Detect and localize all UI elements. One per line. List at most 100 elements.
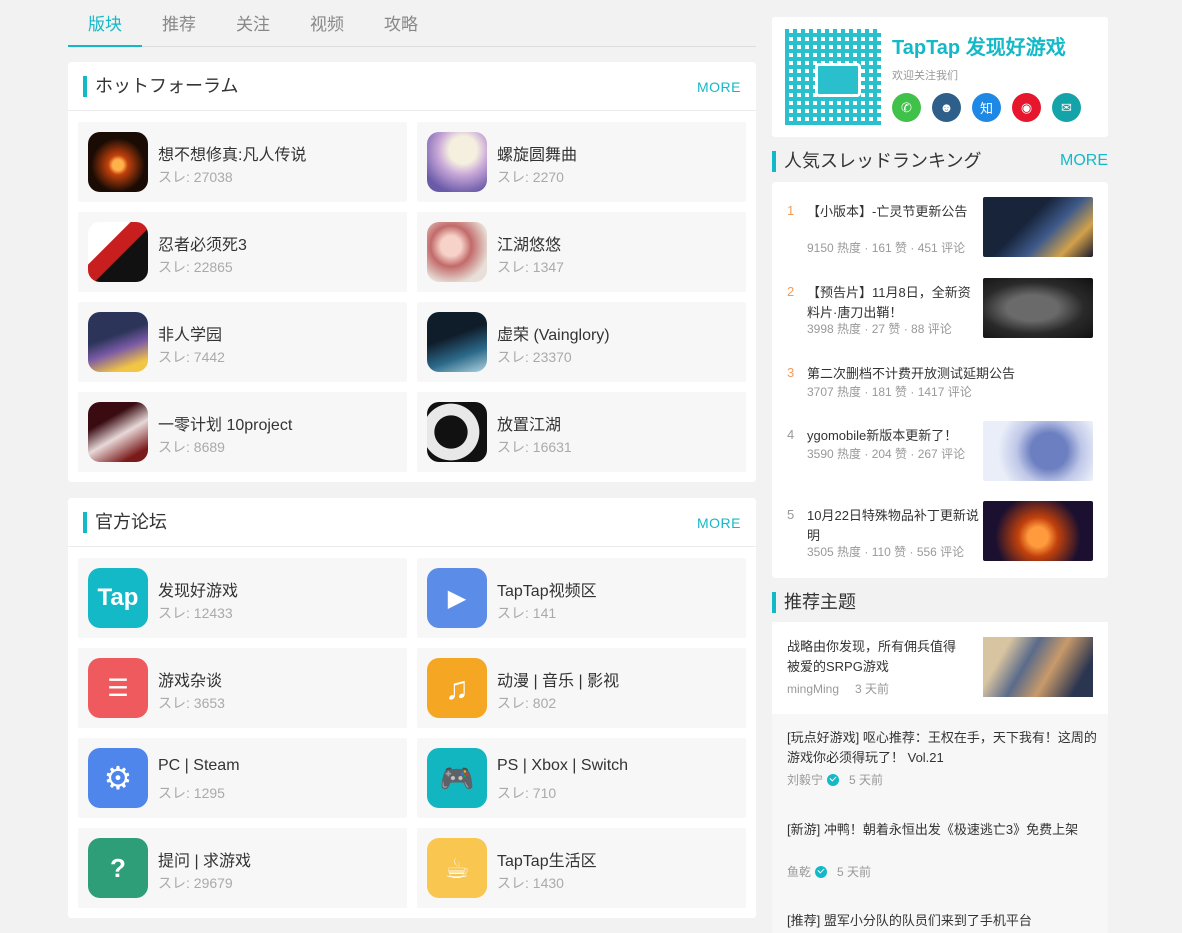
ranking-item[interactable]: 5 10月22日特殊物品补丁更新说明 3505 热度 · 110 赞 · 556…	[772, 501, 1108, 561]
weibo-icon[interactable]: ◉	[1012, 93, 1041, 122]
thread-count: スレ: 1295	[158, 785, 225, 801]
topic-thumbnail	[983, 637, 1093, 697]
rank-meta: 3505 热度 · 110 赞 · 556 评论	[807, 545, 965, 559]
thread-count: スレ: 16631	[497, 439, 572, 455]
post-time: 3 天前	[855, 682, 890, 696]
verified-icon	[827, 773, 840, 786]
author-name: 鱼乾	[787, 865, 812, 879]
rank-number: 4	[787, 427, 795, 442]
forum-card[interactable]: 螺旋圆舞曲 スレ: 2270	[417, 122, 746, 202]
forum-name: 虚荣 (Vainglory)	[497, 327, 610, 344]
recommend-list: 战略由你发现，所有佣兵值得被爱的SRPG游戏 mingMing 3 天前 [玩点…	[772, 622, 1108, 933]
forum-card[interactable]: ☰ 游戏杂谈スレ: 3653	[78, 648, 407, 728]
tab-video[interactable]: 视频	[290, 0, 364, 47]
forum-card[interactable]: ☕ TapTap生活区 スレ: 1430	[417, 828, 746, 908]
qq-icon[interactable]: ☻	[932, 93, 961, 122]
follow-text: 欢迎关注我们	[892, 70, 958, 82]
thread-thumbnail	[983, 278, 1093, 338]
tab-recommend[interactable]: 推荐	[142, 0, 216, 47]
forum-card[interactable]: 江湖悠悠 スレ: 1347	[417, 212, 746, 292]
ranking-more-link[interactable]: MORE	[1060, 152, 1108, 170]
recommend-more-items: [玩点好游戏] 呕心推荐：王权在手，天下我有！这周的游戏你必须得玩了！ Vol.…	[772, 714, 1108, 933]
forum-name: 提问 | 求游戏	[158, 853, 252, 870]
author-name: 刘毅宁	[787, 773, 824, 787]
music-note-icon: ♫	[427, 658, 487, 718]
taptap-icon: Tap	[88, 568, 148, 628]
topic-meta: 刘毅宁 5 天前	[787, 771, 883, 788]
forum-card[interactable]: 想不想修真:凡人传说 スレ: 27038	[78, 122, 407, 202]
hot-forum-panel: ホットフォーラム MORE 想不想修真:凡人传说 スレ: 27038 螺旋圆舞曲ス…	[68, 62, 756, 482]
forum-name: 一零计划 10project	[158, 417, 293, 434]
rank-title: ygomobile新版本更新了！	[807, 428, 958, 443]
post-time: 5 天前	[849, 773, 884, 787]
tab-forums[interactable]: 版块	[68, 0, 142, 47]
forum-card[interactable]: 忍者必须死3 スレ: 22865	[78, 212, 407, 292]
thread-count: スレ: 802	[497, 695, 557, 711]
topic-title[interactable]: [推荐] 盟军小分队的队员们来到了手机平台	[787, 911, 1097, 931]
forum-card[interactable]: ⚙ PC | Steam スレ: 1295	[78, 738, 407, 818]
forum-card[interactable]: ▶ TapTap视频区 スレ: 141	[417, 558, 746, 638]
game-icon	[427, 222, 487, 282]
rank-meta: 9150 热度 · 161 赞 · 451 评论	[807, 241, 966, 255]
rank-title: 【预告片】11月8日，全新资料片·唐刀出鞘！	[807, 285, 971, 320]
forum-name: 游戏杂谈	[158, 673, 223, 690]
thread-thumbnail	[983, 421, 1093, 481]
forum-name: PC | Steam	[158, 757, 240, 774]
forum-name: 想不想修真:凡人传说	[158, 147, 307, 164]
forum-name: 非人学园	[158, 327, 223, 344]
topic-title[interactable]: [新游] 冲鸭！朝着永恒出发《极速逃亡3》免费上架	[787, 820, 1097, 840]
forum-grid: Tap 发现好游戏スレ: 12433 ▶ TapTap视频区 スレ: 141 ☰ 游戏杂…	[78, 558, 746, 908]
thread-count: スレ: 3653	[158, 695, 225, 711]
brand-name: TapTap 发现好游戏	[892, 37, 1066, 59]
rank-title: 第二次删档不计费开放测试延期公告	[807, 366, 1016, 381]
rank-number: 3	[787, 365, 795, 380]
rank-meta: 3590 热度 · 204 赞 · 267 评论	[807, 447, 966, 461]
forum-card[interactable]: 一零计划 10project スレ: 8689	[78, 392, 407, 472]
tab-following[interactable]: 关注	[216, 0, 290, 47]
brand-box: TapTap 发现好游戏 欢迎关注我们 ✆ ☻ 知 ◉ ✉	[772, 17, 1108, 137]
mail-icon[interactable]: ✉	[1052, 93, 1081, 122]
topic-title[interactable]: [玩点好游戏] 呕心推荐：王权在手，天下我有！这周的游戏你必须得玩了！ Vol.…	[787, 728, 1097, 768]
more-link[interactable]: MORE	[697, 79, 741, 95]
recommend-item[interactable]: 战略由你发现，所有佣兵值得被爱的SRPG游戏 mingMing 3 天前	[772, 622, 1108, 714]
forum-card[interactable]: 非人学园スレ: 7442	[78, 302, 407, 382]
ranking-item[interactable]: 2 【预告片】11月8日，全新资料片·唐刀出鞘！ 3998 热度 · 27 赞 …	[772, 278, 1108, 338]
forum-name: 螺旋圆舞曲	[497, 147, 578, 164]
forum-card[interactable]: 虚荣 (Vainglory) スレ: 23370	[417, 302, 746, 382]
forum-card[interactable]: ♫ 动漫 | 音乐 | 影视 スレ: 802	[417, 648, 746, 728]
social-links: ✆ ☻ 知 ◉ ✉	[892, 93, 1081, 122]
thread-count: スレ: 12433	[158, 605, 233, 621]
more-link[interactable]: MORE	[697, 515, 741, 531]
chat-bubbles-icon: ☰	[88, 658, 148, 718]
thread-count: スレ: 8689	[158, 439, 225, 455]
forum-card[interactable]: 🎮 PS | Xbox | Switch スレ: 710	[417, 738, 746, 818]
video-camera-icon: ▶	[427, 568, 487, 628]
ranking-item[interactable]: 1 【小版本】-亡灵节更新公告 9150 热度 · 161 赞 · 451 评论	[772, 197, 1108, 257]
recommend-title: 推荐主题	[772, 592, 856, 613]
zhihu-icon[interactable]: 知	[972, 93, 1001, 122]
gamepad-icon: 🎮	[427, 748, 487, 808]
rank-meta: 3707 热度 · 181 赞 · 1417 评论	[807, 385, 972, 399]
thread-thumbnail	[983, 197, 1093, 257]
ranking-item[interactable]: 4 ygomobile新版本更新了！ 3590 热度 · 204 赞 · 267…	[772, 421, 1108, 481]
section-tabs: 版块 推荐 关注 视频 攻略	[68, 0, 756, 47]
ranking-item[interactable]: 3 第二次删档不计费开放测试延期公告 3707 热度 · 181 赞 · 141…	[772, 359, 1108, 419]
forum-card[interactable]: 放置江湖スレ: 16631	[417, 392, 746, 472]
forum-card[interactable]: Tap 发现好游戏スレ: 12433	[78, 558, 407, 638]
thread-count: スレ: 141	[497, 605, 557, 621]
thread-count: スレ: 7442	[158, 349, 225, 365]
game-icon	[88, 132, 148, 192]
tab-guides[interactable]: 攻略	[364, 0, 438, 47]
thread-count: スレ: 22865	[158, 259, 233, 275]
forum-card[interactable]: ? 提问 | 求游戏 スレ: 29679	[78, 828, 407, 908]
forum-name: 发现好游戏	[158, 583, 239, 600]
thread-count: スレ: 710	[497, 785, 557, 801]
forum-name: 江湖悠悠	[497, 237, 562, 254]
forum-name: 忍者必须死3	[158, 237, 247, 254]
panel-header: 官方论坛 MORE	[68, 498, 756, 547]
qr-code	[785, 29, 881, 125]
wechat-icon[interactable]: ✆	[892, 93, 921, 122]
coffee-cup-icon: ☕	[427, 838, 487, 898]
forum-name: 放置江湖	[497, 417, 562, 434]
rank-title: 10月22日特殊物品补丁更新说明	[807, 508, 979, 543]
